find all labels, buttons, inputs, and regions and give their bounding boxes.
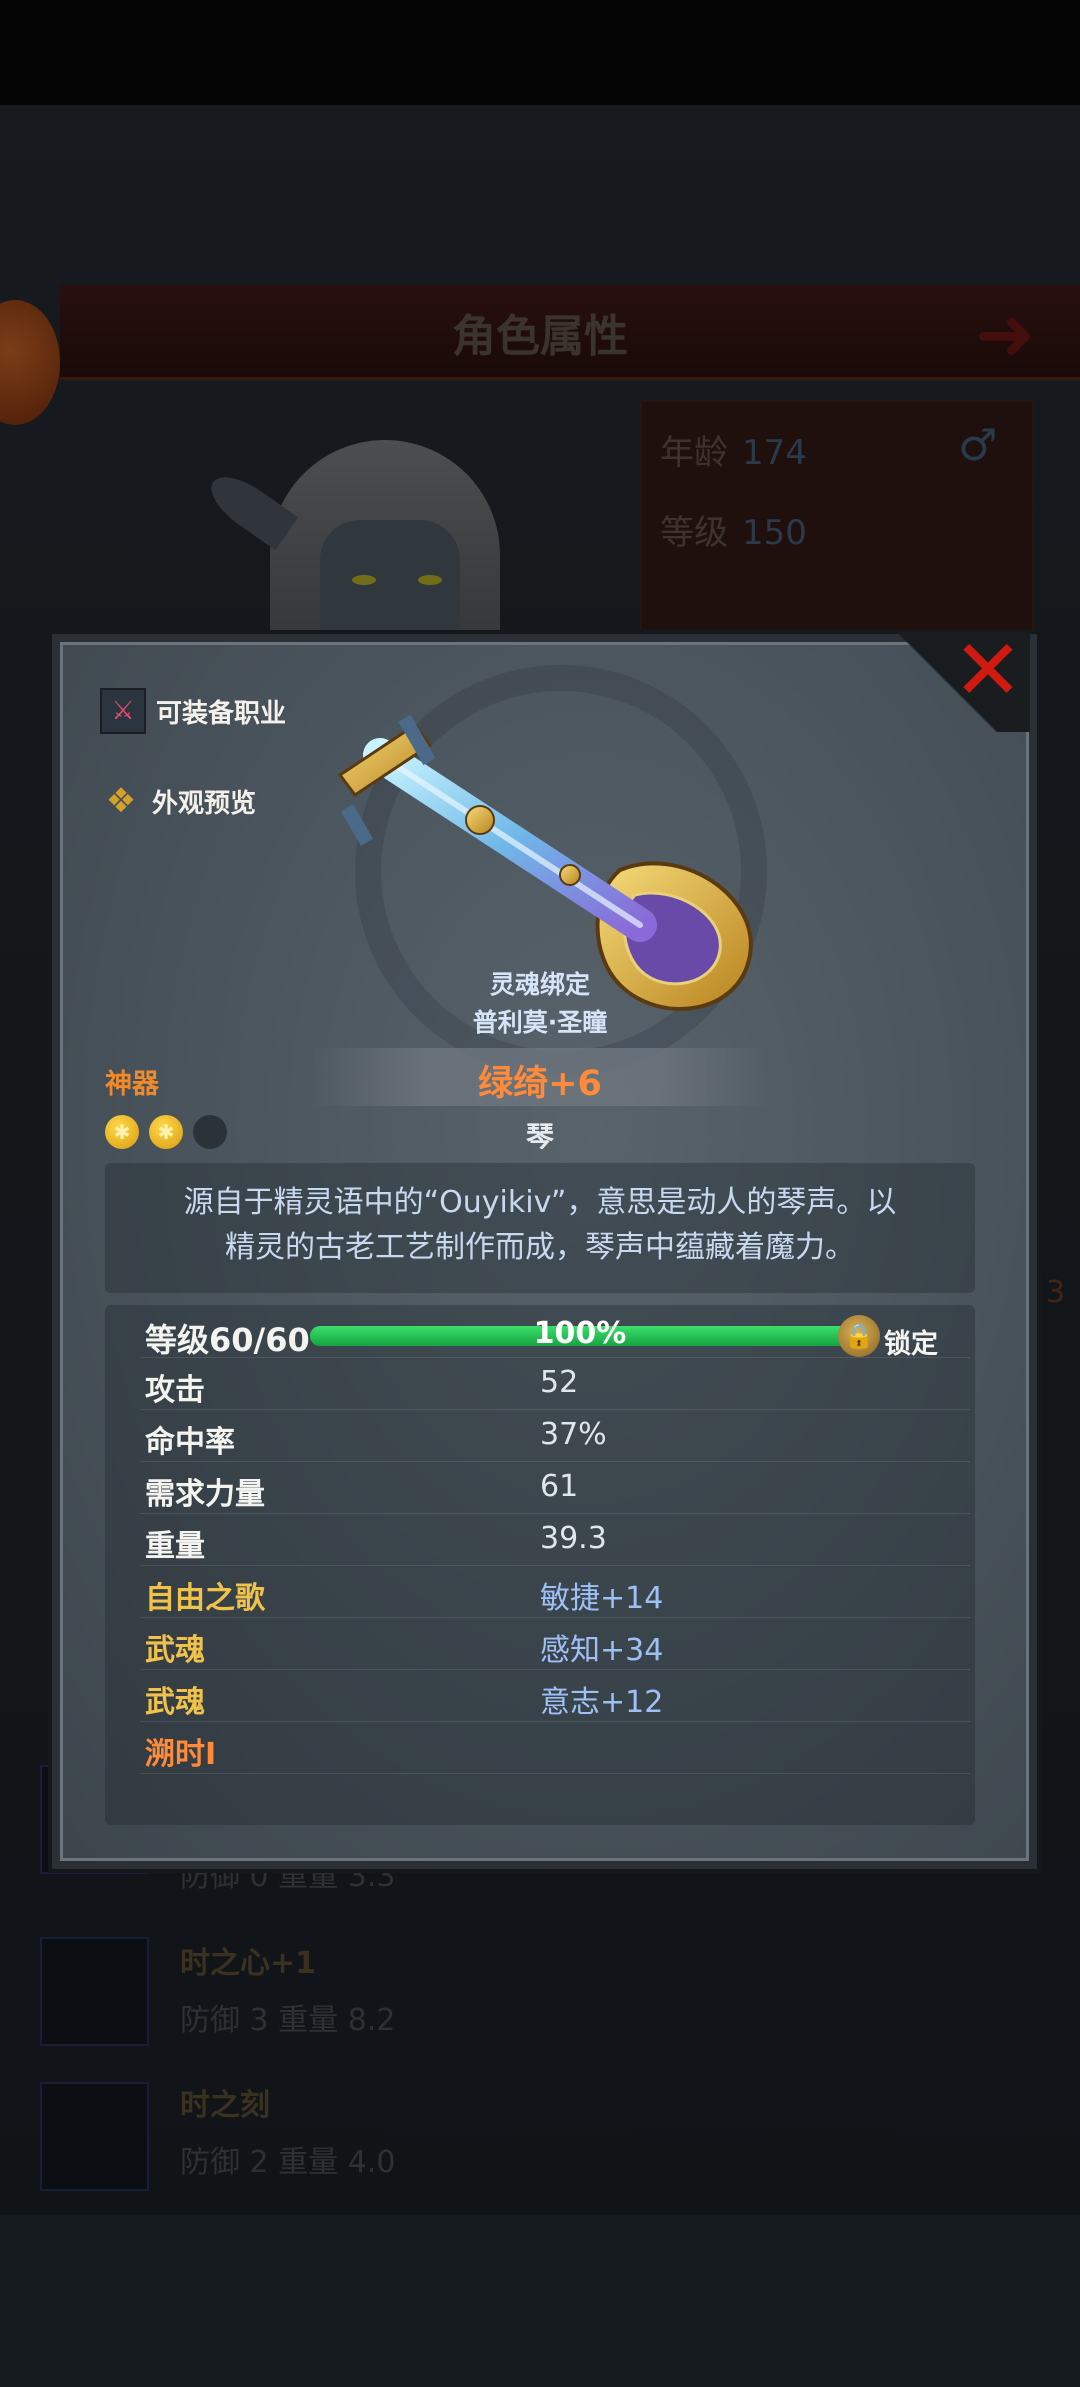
attribute-row: 命中率 37%: [140, 1409, 970, 1462]
attribute-label: 命中率: [145, 1425, 235, 1460]
maker-label: 普利莫·圣瞳: [472, 1008, 608, 1037]
attribute-row: 溯时I: [140, 1721, 970, 1774]
lock-icon[interactable]: 🔒: [838, 1315, 880, 1357]
lock-label[interactable]: 锁定: [884, 1322, 938, 1361]
attribute-row: 武魂 感知+34: [140, 1617, 970, 1670]
item-description: 源自于精灵语中的“Ouyikiv”，意思是动人的琴声。以 精灵的古老工艺制作而成…: [140, 1180, 940, 1270]
attribute-value: 敏捷+14: [540, 1581, 664, 1616]
gem-slot-filled-icon: ✱: [149, 1115, 183, 1149]
attribute-label: 攻击: [145, 1373, 205, 1408]
bottom-strip: [0, 2215, 1080, 2387]
soul-bound-label: 灵魂绑定: [489, 970, 590, 999]
gem-slot-filled-icon: ✱: [105, 1115, 139, 1149]
appearance-preview-button[interactable]: ❖ 外观预览: [100, 780, 256, 822]
attribute-label: 重量: [145, 1529, 205, 1564]
level-percent: 100%: [533, 1316, 627, 1351]
swords-icon: ⚔: [100, 688, 146, 734]
attribute-row: 自由之歌 敏捷+14: [140, 1565, 970, 1618]
close-icon[interactable]: ✕: [948, 628, 1028, 712]
attribute-label: 武魂: [145, 1633, 205, 1668]
attribute-value: 52: [540, 1365, 579, 1400]
attribute-row: 需求力量 61: [140, 1461, 970, 1514]
gem-slots: ✱ ✱ ⬢: [105, 1115, 227, 1149]
description-line: 源自于精灵语中的“Ouyikiv”，意思是动人的琴声。以: [183, 1185, 897, 1220]
equip-classes-button[interactable]: ⚔ 可装备职业: [100, 688, 286, 734]
attribute-row: 武魂 意志+12: [140, 1669, 970, 1722]
attribute-label: 自由之歌: [145, 1581, 265, 1616]
attribute-value: 61: [540, 1469, 579, 1504]
attribute-value: 37%: [540, 1417, 607, 1452]
attribute-value: 感知+34: [540, 1633, 664, 1668]
appearance-preview-label: 外观预览: [152, 788, 257, 819]
gem-slot-empty-icon: ⬢: [193, 1115, 227, 1149]
weapon-name: 绿绮+6: [478, 1064, 602, 1104]
attribute-row: 重量 39.3: [140, 1513, 970, 1566]
top-status-bar: [0, 0, 1080, 105]
weapon-level-label: 等级60/60: [145, 1321, 310, 1359]
attribute-value: 意志+12: [540, 1685, 664, 1720]
attribute-value: 39.3: [540, 1521, 607, 1556]
attribute-label: 武魂: [145, 1685, 205, 1720]
equip-classes-label: 可装备职业: [156, 698, 287, 729]
attribute-label: 溯时I: [145, 1737, 217, 1772]
hanger-icon: ❖: [105, 781, 137, 821]
description-line: 精灵的古老工艺制作而成，琴声中蕴藏着魔力。: [225, 1230, 855, 1265]
attribute-row: 攻击 52: [140, 1357, 970, 1410]
attribute-label: 需求力量: [145, 1477, 265, 1512]
